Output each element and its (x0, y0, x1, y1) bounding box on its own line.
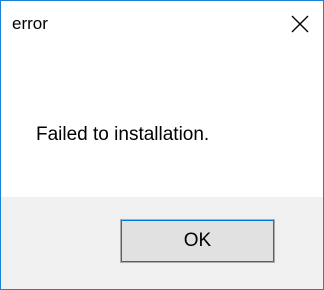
window-title: error (12, 14, 48, 33)
dialog-content: Failed to installation. (1, 47, 323, 197)
error-dialog-window: error Failed to installation. OK (0, 0, 324, 290)
error-message: Failed to installation. (36, 124, 210, 145)
ok-button[interactable]: OK (120, 219, 275, 263)
close-icon (291, 15, 309, 33)
close-button[interactable] (277, 1, 323, 47)
title-bar[interactable]: error (1, 1, 323, 47)
dialog-footer: OK (1, 197, 323, 289)
